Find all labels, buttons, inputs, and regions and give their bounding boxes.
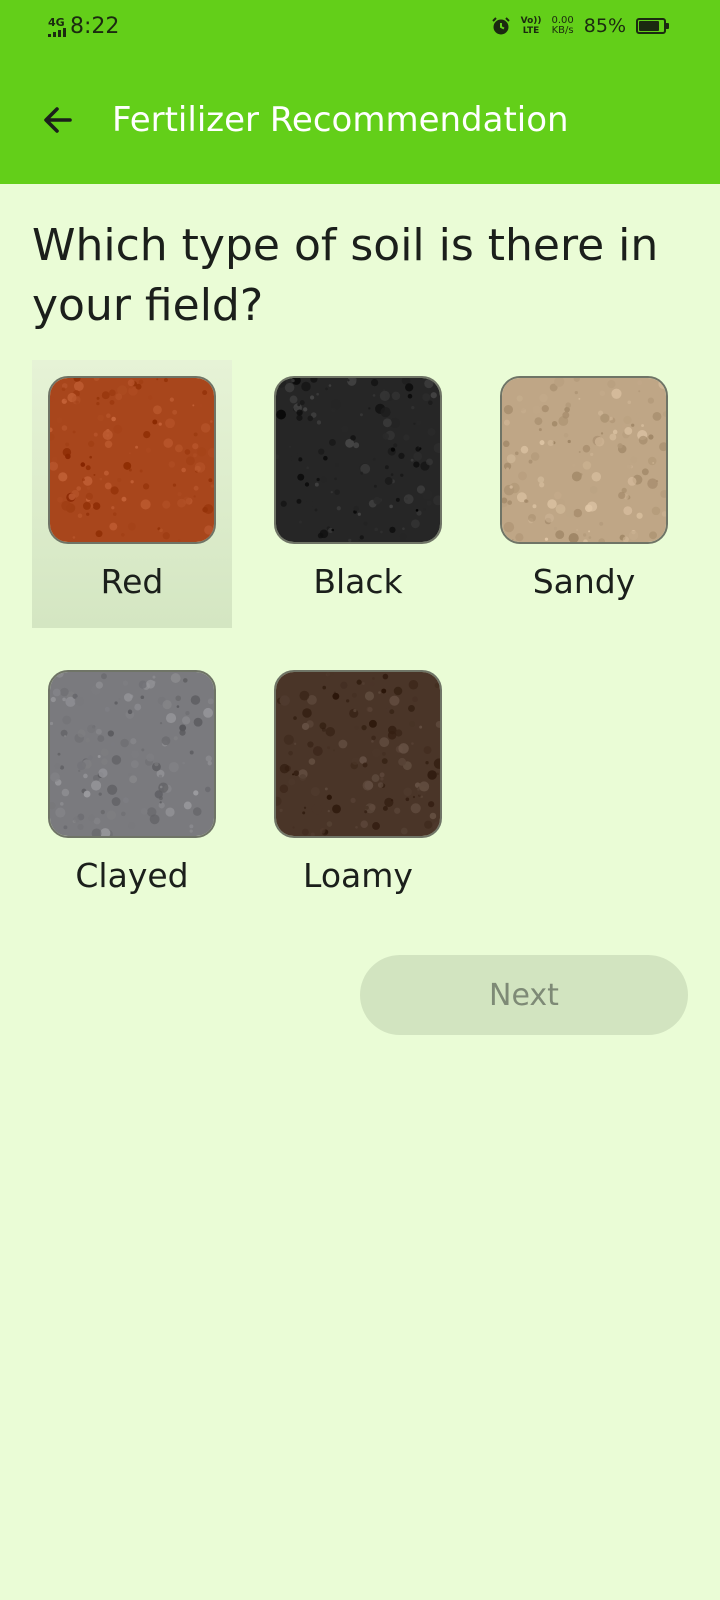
question-heading: Which type of soil is there in your fiel… [32,220,659,331]
speed-unit: KB/s [551,25,574,36]
arrow-left-icon [44,107,72,133]
soil-option-loamy[interactable]: Loamy [258,654,458,922]
sandy-soil-image [500,376,668,544]
signal-icon [48,28,66,37]
clayed-soil-image [48,670,216,838]
soil-label: Sandy [532,562,636,601]
network-speed: 0.00 KB/s [552,16,574,36]
battery-icon [636,18,669,34]
battery-level [639,21,660,31]
volte-label: Vo)) [520,16,542,26]
alarm-icon [491,16,511,36]
network-type: 4G [48,16,65,29]
volte-indicator: Vo)) LTE [521,16,542,36]
black-soil-image [274,376,442,544]
soil-option-sandy[interactable]: Sandy [484,360,684,628]
status-time: 8:22 [70,14,120,39]
red-soil-image [48,376,216,544]
soil-option-clayed[interactable]: Clayed [32,654,232,922]
battery-percent: 85% [583,15,626,37]
soil-label: Loamy [303,856,413,895]
soil-label: Black [313,562,403,601]
status-left: 4G 8:22 [48,14,119,40]
page-title: Fertilizer Recommendation [112,100,569,140]
app-bar: Fertilizer Recommendation [0,60,720,184]
network-indicator: 4G [48,17,66,37]
status-bar: 4G 8:22 Vo)) LTE 0.00 KB/s 85% [0,0,720,60]
lte-label: LTE [522,26,540,36]
next-button[interactable]: Next [360,955,688,1035]
soil-option-red[interactable]: Red [32,360,232,628]
back-button[interactable] [30,92,86,148]
status-right: Vo)) LTE 0.00 KB/s 85% [491,15,669,37]
loamy-soil-image [274,670,442,838]
soil-label: Red [100,562,164,601]
soil-label: Clayed [75,856,189,895]
soil-option-black[interactable]: Black [258,360,458,628]
